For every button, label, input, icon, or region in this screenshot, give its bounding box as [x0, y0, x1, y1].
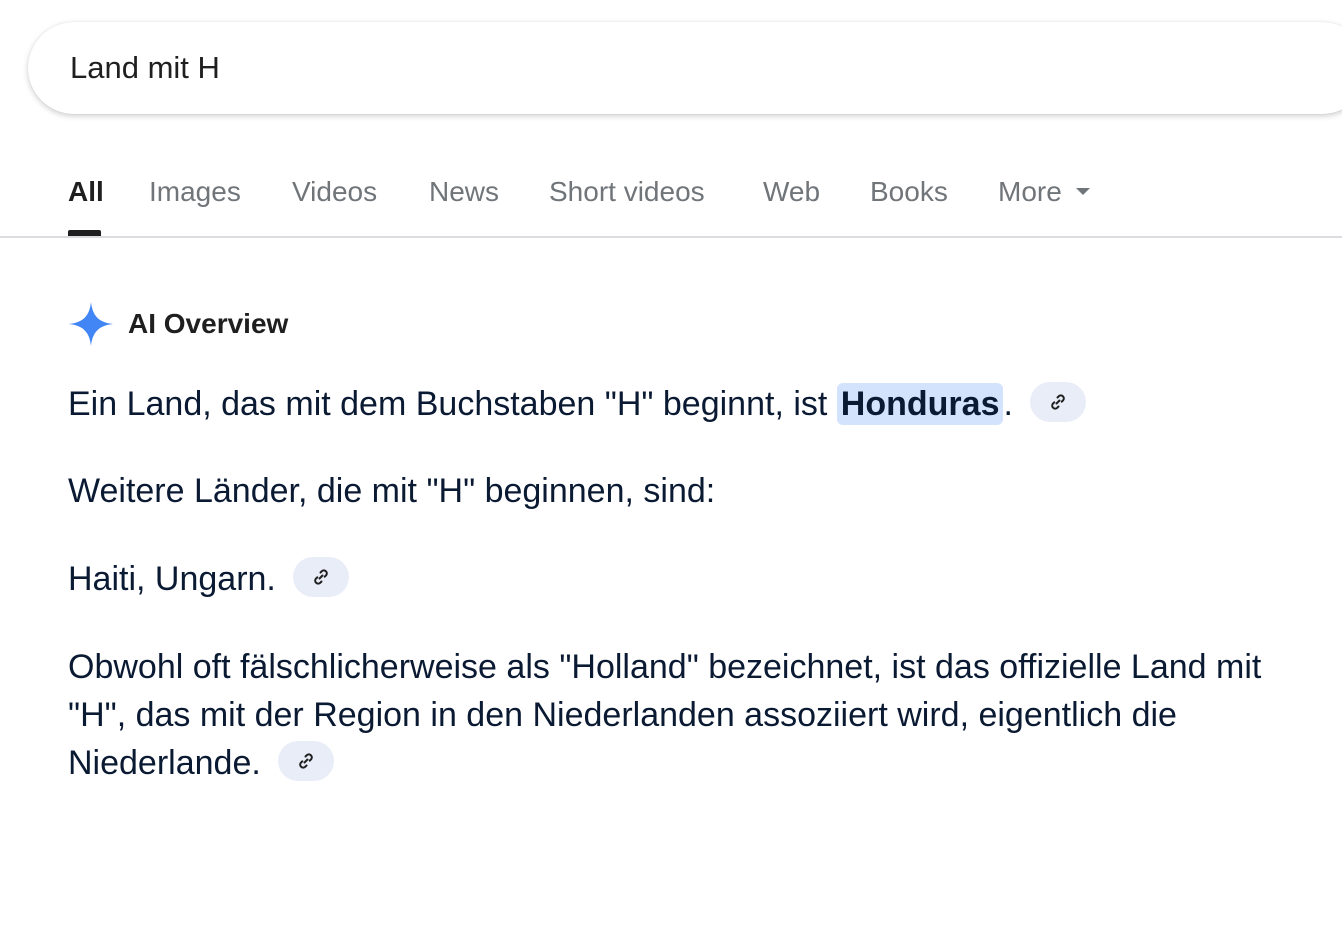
tab-books[interactable]: Books — [870, 176, 948, 208]
link-icon — [314, 569, 329, 585]
highlighted-answer[interactable]: Honduras — [836, 383, 1004, 425]
tab-all[interactable]: All — [68, 176, 104, 208]
tab-news[interactable]: News — [429, 176, 499, 208]
tab-more-label: More — [998, 176, 1062, 207]
tab-short-videos[interactable]: Short videos — [549, 176, 705, 208]
link-icon — [1051, 394, 1066, 410]
ai-paragraph-1-text: Ein Land, das mit dem Buchstaben "H" beg… — [68, 385, 837, 423]
ai-paragraph-4-text: Obwohl oft fälschlicherweise als "Hollan… — [68, 648, 1262, 782]
search-input[interactable]: Land mit H — [70, 22, 220, 114]
source-link-button[interactable] — [1030, 382, 1087, 423]
ai-paragraph-1-end: . — [1003, 385, 1013, 423]
ai-overview-title: AI Overview — [128, 308, 289, 339]
source-link-button[interactable] — [278, 741, 335, 782]
source-link-button[interactable] — [293, 557, 350, 598]
ai-paragraph-4: Obwohl oft fälschlicherweise als "Hollan… — [68, 643, 1328, 787]
ai-paragraph-2: Weitere Länder, die mit "H" beginnen, si… — [68, 472, 716, 510]
ai-paragraph-3-text: Haiti, Ungarn. — [68, 560, 276, 598]
chevron-down-icon — [1075, 188, 1090, 196]
sparkle-icon — [68, 301, 114, 347]
tab-web[interactable]: Web — [763, 176, 820, 208]
search-tabs: All Images Videos News Short videos Web … — [0, 150, 1342, 238]
search-bar[interactable]: Land mit H — [28, 22, 1342, 114]
active-tab-indicator — [68, 230, 101, 236]
link-icon — [299, 753, 314, 769]
tab-videos[interactable]: Videos — [292, 176, 377, 208]
ai-overview-header: AI Overview — [68, 300, 288, 348]
tab-more[interactable]: More — [998, 176, 1090, 208]
tab-images[interactable]: Images — [149, 176, 241, 208]
ai-paragraph-3: Haiti, Ungarn. — [68, 555, 1328, 603]
ai-paragraph-1: Ein Land, das mit dem Buchstaben "H" beg… — [68, 380, 1328, 428]
